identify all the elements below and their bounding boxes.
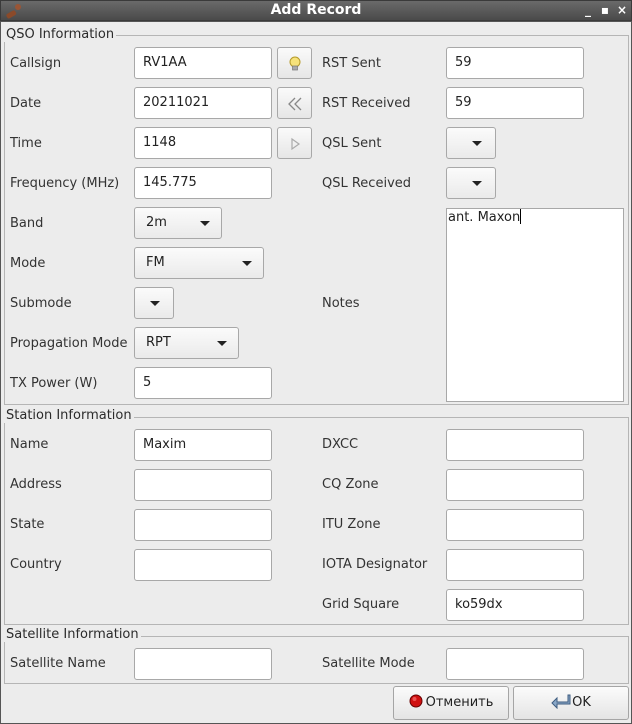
tx-power-label: TX Power (W) — [10, 376, 98, 391]
band-label: Band — [10, 216, 44, 231]
satellite-mode-label: Satellite Mode — [322, 656, 415, 671]
chevron-down-icon — [200, 221, 210, 226]
satellite-information-title: Satellite Information — [4, 627, 141, 642]
dxcc-label: DXCC — [322, 437, 359, 452]
address-label: Address — [10, 477, 62, 492]
dxcc-input[interactable] — [446, 429, 584, 461]
grid-square-input[interactable]: ko59dx — [446, 589, 584, 621]
grid-square-label: Grid Square — [322, 597, 400, 612]
state-input[interactable] — [134, 509, 272, 541]
country-label: Country — [10, 557, 62, 572]
country-input[interactable] — [134, 549, 272, 581]
rst-received-input[interactable]: 59 — [446, 87, 584, 119]
satellite-name-label: Satellite Name — [10, 656, 106, 671]
cancel-icon — [409, 694, 423, 708]
time-label: Time — [10, 136, 42, 151]
qsl-received-label: QSL Received — [322, 176, 412, 191]
itu-zone-label: ITU Zone — [322, 517, 381, 532]
name-label: Name — [10, 437, 49, 452]
text-cursor — [520, 209, 522, 224]
mode-value: FM — [146, 255, 165, 270]
name-input[interactable]: Maxim — [134, 429, 272, 461]
ok-label: OK — [572, 695, 591, 710]
qsl-sent-label: QSL Sent — [322, 136, 382, 151]
play-icon — [291, 137, 301, 151]
arrow-left-icon — [288, 97, 302, 111]
chevron-down-icon — [242, 261, 252, 266]
submode-label: Submode — [10, 296, 72, 311]
satellite-mode-input[interactable] — [446, 648, 584, 680]
time-input[interactable]: 1148 — [134, 127, 272, 159]
satellite-name-input[interactable] — [134, 648, 272, 680]
propagation-value: RPT — [146, 335, 171, 350]
date-input[interactable]: 20211021 — [134, 87, 272, 119]
chevron-down-icon — [472, 141, 482, 146]
window-titlebar: Add Record _ ▪ × — [0, 0, 632, 21]
band-select[interactable]: 2m — [134, 207, 222, 239]
cq-zone-input[interactable] — [446, 469, 584, 501]
qsl-received-select[interactable] — [446, 167, 496, 199]
frequency-input[interactable]: 145.775 — [134, 167, 272, 199]
mode-select[interactable]: FM — [134, 247, 264, 279]
tx-power-input[interactable]: 5 — [134, 367, 272, 399]
set-current-date-button[interactable] — [277, 87, 312, 119]
enter-arrow-icon — [551, 694, 571, 710]
iota-input[interactable] — [446, 549, 584, 581]
cancel-label: Отменить — [425, 695, 494, 710]
cancel-button[interactable]: Отменить — [393, 686, 509, 720]
notes-text: ant. Maxon — [448, 210, 521, 225]
callsign-input[interactable]: RV1AA — [134, 47, 272, 79]
start-timer-button[interactable] — [277, 127, 312, 159]
address-input[interactable] — [134, 469, 272, 501]
notes-label: Notes — [322, 296, 360, 311]
window-title: Add Record — [270, 2, 362, 18]
minimize-button[interactable]: _ — [581, 2, 595, 18]
date-label: Date — [10, 96, 42, 111]
notes-textarea[interactable]: ant. Maxon — [446, 208, 624, 402]
qsl-sent-select[interactable] — [446, 127, 496, 159]
state-label: State — [10, 517, 45, 532]
rst-received-label: RST Received — [322, 96, 411, 111]
band-value: 2m — [146, 215, 167, 230]
ok-button[interactable]: OK — [513, 686, 629, 720]
chevron-down-icon — [217, 341, 227, 346]
close-button[interactable]: × — [615, 2, 629, 18]
lookup-button[interactable] — [277, 47, 312, 79]
mode-label: Mode — [10, 256, 46, 271]
lightbulb-icon — [289, 56, 301, 71]
callsign-label: Callsign — [10, 56, 62, 71]
submode-select[interactable] — [134, 287, 174, 319]
rst-sent-label: RST Sent — [322, 56, 381, 71]
cq-zone-label: CQ Zone — [322, 477, 379, 492]
dialog-body: QSO Information Callsign RV1AA Date 2021… — [0, 21, 632, 724]
itu-zone-input[interactable] — [446, 509, 584, 541]
iota-label: IOTA Designator — [322, 557, 428, 572]
frequency-label: Frequency (MHz) — [10, 176, 120, 191]
maximize-button[interactable]: ▪ — [598, 2, 612, 18]
rst-sent-input[interactable]: 59 — [446, 47, 584, 79]
propagation-select[interactable]: RPT — [134, 327, 239, 359]
station-information-title: Station Information — [4, 408, 134, 423]
propagation-label: Propagation Mode — [10, 336, 128, 351]
qso-information-title: QSO Information — [4, 27, 117, 42]
chevron-down-icon — [150, 301, 160, 306]
chevron-down-icon — [472, 181, 482, 186]
